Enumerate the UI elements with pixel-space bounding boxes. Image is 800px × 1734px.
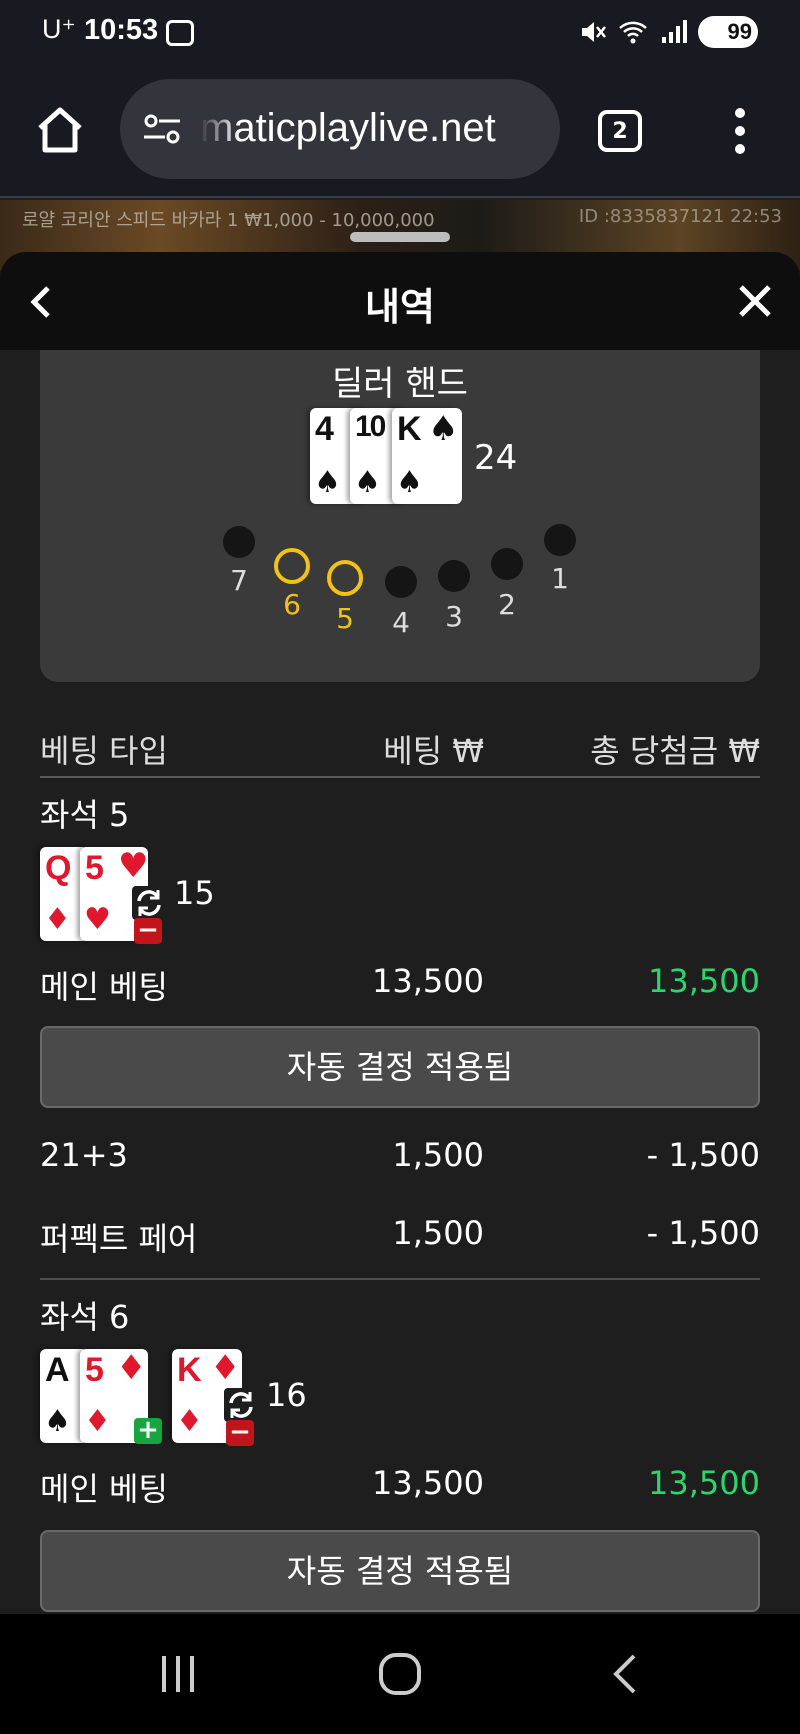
seat-indicator-1 [544, 524, 576, 556]
seat-title: 좌석 6 [40, 1298, 130, 1336]
carrier-label: U⁺ [42, 14, 76, 44]
auto-decision-button[interactable]: 자동 결정 적용됨 [40, 1530, 760, 1612]
card-rank: 4 [315, 410, 334, 448]
seat-indicator-7 [223, 526, 255, 558]
tab-count: 2 [612, 118, 628, 144]
bet-type-label: 메인 베팅 [40, 1470, 168, 1508]
diamond-icon: ♦ [210, 1349, 241, 1388]
browser-toolbar: maticplaylive.net 2 [0, 66, 800, 198]
dealer-total: 24 [474, 438, 518, 478]
history-content[interactable]: 딜러 핸드 4 ♠ 10 ♠ K ♠ ♠ 24 7 6 5 4 3 2 1 베팅… [0, 350, 800, 1614]
screen-capture-icon [166, 20, 194, 46]
home-icon[interactable] [34, 104, 86, 156]
card-rank: A [45, 1351, 70, 1389]
seat-number: 5 [336, 602, 354, 635]
win-amount: - 1,500 [646, 1214, 760, 1252]
spade-icon: ♠ [428, 409, 459, 449]
card-rank: Q [45, 849, 71, 887]
col-total-win: 총 당첨금 ₩ [590, 732, 760, 770]
table-info: 로얄 코리안 스피드 바카라 1 ₩1,000 - 10,000,000 [22, 210, 435, 231]
history-panel-header: 내역 [0, 252, 800, 350]
bet-amount: 1,500 [392, 1214, 484, 1252]
minus-icon: − [134, 917, 162, 944]
spade-icon: ♠ [314, 465, 341, 500]
auto-decision-button[interactable]: 자동 결정 적용됨 [40, 1026, 760, 1108]
game-id: ID :8335837121 22:53 [578, 206, 782, 227]
seat-indicator-2 [491, 548, 523, 580]
seat-indicator-5 [327, 560, 363, 596]
hand-total: 15 [174, 874, 215, 912]
recent-apps-icon[interactable] [154, 1650, 202, 1698]
wifi-icon [619, 21, 647, 44]
plus-icon: + [134, 1417, 162, 1444]
bet-amount: 1,500 [392, 1136, 484, 1174]
more-menu-icon[interactable] [730, 106, 750, 156]
bet-type-label: 21+3 [40, 1136, 128, 1174]
col-bet-type: 베팅 타입 [40, 732, 168, 770]
diamond-icon: ♦ [176, 1404, 203, 1439]
spade-icon: ♠ [44, 1404, 71, 1439]
seat-number: 3 [445, 600, 463, 633]
site-settings-icon[interactable] [142, 109, 182, 149]
diamond-icon: ♦ [84, 1404, 111, 1439]
spade-icon: ♠ [396, 465, 423, 500]
system-navigation-bar [0, 1614, 800, 1734]
heart-icon: ♥ [118, 847, 148, 886]
bet-amount: 13,500 [372, 962, 484, 1000]
tab-switcher-button[interactable]: 2 [598, 110, 642, 152]
spade-icon: ♠ [354, 465, 381, 500]
seat-title: 좌석 5 [40, 796, 130, 834]
seat-number: 1 [551, 562, 569, 595]
seat-number: 4 [392, 606, 410, 639]
diamond-icon: ♦ [116, 1349, 147, 1388]
home-nav-icon[interactable] [376, 1650, 424, 1698]
hand-total: 16 [266, 1376, 307, 1414]
card-rank: K [397, 410, 422, 448]
panel-title: 내역 [365, 285, 435, 329]
bet-type-label: 퍼펙트 페어 [40, 1220, 198, 1258]
seat-indicator-4 [385, 566, 417, 598]
win-amount: 13,500 [648, 1464, 760, 1502]
diamond-icon: ♦ [44, 902, 71, 937]
seat-number: 2 [498, 588, 516, 621]
seat-number: 6 [283, 588, 301, 621]
dealer-hand-label: 딜러 핸드 [332, 364, 468, 404]
battery-level: 99 [727, 19, 752, 44]
card-rank: 5 [85, 1351, 104, 1389]
card-rank: K [177, 1351, 202, 1389]
heart-icon: ♥ [84, 902, 111, 937]
col-bet-amount: 베팅 ₩ [383, 732, 484, 770]
card-rank: 10 [355, 410, 386, 443]
card-rank: 5 [85, 849, 104, 887]
clock: 10:53 [84, 14, 159, 46]
seat-number: 7 [230, 564, 248, 597]
minus-icon: − [226, 1419, 254, 1446]
battery-indicator: 99 [698, 16, 758, 48]
signal-icon [662, 20, 687, 43]
divider [40, 1278, 760, 1280]
dealer-card: K ♠ ♠ [392, 408, 462, 504]
url-text: maticplaylive.net [200, 106, 496, 150]
status-bar: U⁺ 10:53 99 [0, 0, 800, 66]
drag-handle[interactable] [350, 232, 450, 242]
dealer-hand-box: 딜러 핸드 4 ♠ 10 ♠ K ♠ ♠ 24 7 6 5 4 3 2 1 [40, 350, 760, 682]
divider [40, 776, 760, 778]
win-amount: 13,500 [648, 962, 760, 1000]
bet-type-label: 메인 베팅 [40, 968, 168, 1006]
bet-amount: 13,500 [372, 1464, 484, 1502]
mute-icon [582, 22, 606, 42]
close-icon[interactable] [736, 282, 774, 320]
back-nav-icon[interactable] [602, 1650, 650, 1698]
seat-indicator-3 [438, 560, 470, 592]
win-amount: - 1,500 [646, 1136, 760, 1174]
seat-indicator-6 [274, 548, 310, 584]
address-bar[interactable]: maticplaylive.net [120, 79, 560, 179]
